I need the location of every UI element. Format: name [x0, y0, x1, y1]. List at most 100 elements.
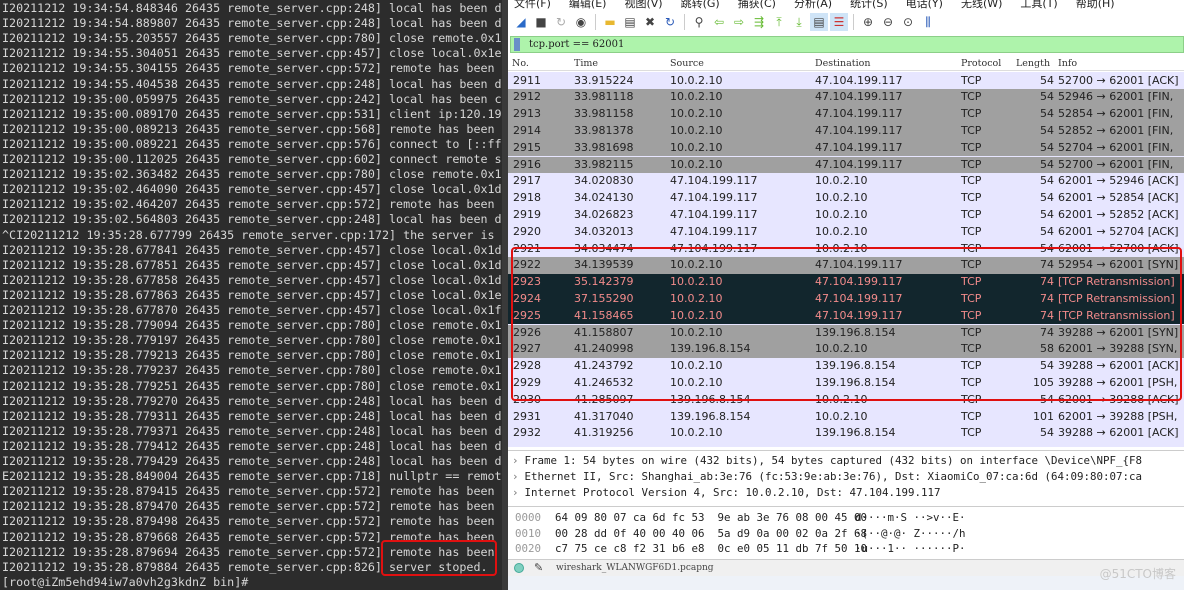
- terminal-window[interactable]: I20211212 19:34:54.848346 26435 remote_s…: [0, 0, 508, 590]
- packet-row[interactable]: 2926 41.158807 10.0.2.10 139.196.8.154 TCP 74…: [508, 324, 1184, 342]
- log-line: I20211212 19:34:54.889807 26435 remote_s…: [2, 16, 508, 31]
- reload-icon[interactable]: ↻: [661, 13, 679, 31]
- zoom-in-icon[interactable]: ⊕: [859, 13, 877, 31]
- packet-bytes-pane: 0000 64 09 80 07 ca 6d fc 53 9e ab 3e 76 …: [508, 506, 1184, 560]
- log-line: I20211212 19:35:28.779412 26435 remote_s…: [2, 438, 508, 453]
- packet-row[interactable]: 2917 34.020830 47.104.199.117 10.0.2.10 TCP 5…: [508, 173, 1184, 191]
- packet-row[interactable]: 2911 33.915224 10.0.2.10 47.104.199.117 TCP 5…: [508, 72, 1184, 90]
- packet-row[interactable]: 2920 34.032013 47.104.199.117 10.0.2.10 TCP 5…: [508, 223, 1184, 241]
- packet-row[interactable]: 2914 33.981378 10.0.2.10 47.104.199.117 TCP 5…: [508, 122, 1184, 140]
- column-header-length[interactable]: Length: [1016, 58, 1050, 69]
- packet-len: 54: [1040, 241, 1054, 255]
- packet-no: 2912: [513, 90, 541, 104]
- column-header-time[interactable]: Time: [574, 58, 598, 69]
- log-line: I20211212 19:35:28.879415 26435 remote_s…: [2, 484, 508, 499]
- column-header-destination[interactable]: Destination: [815, 58, 870, 69]
- packet-row[interactable]: 2932 41.319256 10.0.2.10 139.196.8.154 TCP 54…: [508, 425, 1184, 443]
- packet-dst: 10.0.2.10: [815, 174, 868, 188]
- go-forward-icon[interactable]: ⇨: [730, 13, 748, 31]
- go-to-packet-icon[interactable]: ⇶: [750, 13, 768, 31]
- packet-row[interactable]: 2913 33.981158 10.0.2.10 47.104.199.117 TCP 5…: [508, 106, 1184, 123]
- packet-row[interactable]: 2930 41.285097 139.196.8.154 10.0.2.10 TCP 54…: [508, 391, 1184, 409]
- menu-item[interactable]: 文件(F): [514, 0, 551, 11]
- menu-item[interactable]: 工具(T): [1020, 0, 1057, 11]
- capture-comment-icon[interactable]: ✎: [534, 560, 543, 576]
- detail-tree-item[interactable]: › Frame 1: 54 bytes on wire (432 bits), 5…: [512, 453, 1142, 469]
- go-back-icon[interactable]: ⇦: [710, 13, 728, 31]
- packet-info: 52852 → 62001 [FIN,: [1058, 123, 1174, 137]
- menu-item[interactable]: 无线(W): [961, 0, 1002, 11]
- colorize-icon[interactable]: ☰: [830, 13, 848, 31]
- menu-item[interactable]: 统计(S): [850, 0, 888, 11]
- packet-proto: TCP: [961, 308, 982, 322]
- menu-item[interactable]: 电话(Y): [906, 0, 943, 11]
- detail-tree-item[interactable]: › Internet Protocol Version 4, Src: 10.0.…: [512, 485, 941, 501]
- status-bar: ✎ wireshark_WLANWGF6D1.pcapng: [508, 560, 1184, 576]
- packet-len: 74: [1040, 291, 1054, 305]
- packet-row[interactable]: 2925 41.158465 10.0.2.10 47.104.199.117 TCP 7…: [508, 307, 1184, 325]
- packet-row[interactable]: 2928 41.243792 10.0.2.10 139.196.8.154 TCP 54…: [508, 358, 1184, 375]
- stop-capture-icon[interactable]: ■: [532, 13, 550, 31]
- packet-info: 39288 → 62001 [ACK]: [1058, 426, 1179, 440]
- packet-row[interactable]: 2912 33.981118 10.0.2.10 47.104.199.117 TCP 5…: [508, 89, 1184, 107]
- log-line: I20211212 19:34:55.203557 26435 remote_s…: [2, 31, 508, 46]
- packet-len: 101: [1033, 409, 1054, 423]
- menu-item[interactable]: 捕获(C): [738, 0, 776, 11]
- expand-chevron-icon[interactable]: ›: [512, 470, 519, 483]
- column-header-info[interactable]: Info: [1058, 58, 1077, 69]
- packet-row[interactable]: 2929 41.246532 10.0.2.10 139.196.8.154 TCP 10…: [508, 374, 1184, 392]
- column-header-source[interactable]: Source: [670, 58, 704, 69]
- resize-columns-icon[interactable]: ⫼: [919, 13, 937, 31]
- packet-dst: 47.104.199.117: [815, 107, 903, 121]
- find-packet-icon[interactable]: ⚲: [690, 13, 708, 31]
- toolbar-divider: [684, 14, 685, 30]
- expert-info-icon[interactable]: [514, 563, 524, 573]
- packet-dst: 47.104.199.117: [815, 123, 903, 137]
- packet-row[interactable]: 2919 34.026823 47.104.199.117 10.0.2.10 TCP 5…: [508, 206, 1184, 224]
- packet-src: 139.196.8.154: [670, 409, 751, 423]
- packet-src: 10.0.2.10: [670, 123, 723, 137]
- packet-src: 10.0.2.10: [670, 325, 723, 339]
- column-header-protocol[interactable]: Protocol: [961, 58, 1001, 69]
- menu-item[interactable]: 帮助(H): [1076, 0, 1115, 11]
- autoscroll-icon[interactable]: ▤: [810, 13, 828, 31]
- packet-row[interactable]: 2915 33.981698 10.0.2.10 47.104.199.117 TCP 5…: [508, 139, 1184, 157]
- packet-row[interactable]: 2916 33.982115 10.0.2.10 47.104.199.117 TCP 5…: [508, 156, 1184, 174]
- packet-list[interactable]: 2911 33.915224 10.0.2.10 47.104.199.117 TCP 5…: [508, 72, 1184, 447]
- save-file-icon[interactable]: ▤: [621, 13, 639, 31]
- packet-row[interactable]: 2927 41.240998 139.196.8.154 10.0.2.10 TCP 58…: [508, 341, 1184, 359]
- log-line: I20211212 19:35:28.677841 26435 remote_s…: [2, 242, 508, 257]
- log-line: I20211212 19:35:02.564803 26435 remote_s…: [2, 212, 508, 227]
- restart-capture-icon[interactable]: ↻: [552, 13, 570, 31]
- expand-chevron-icon[interactable]: ›: [512, 486, 519, 499]
- menu-item[interactable]: 编辑(E): [569, 0, 607, 11]
- display-filter-input[interactable]: tcp.port == 62001: [510, 36, 1184, 53]
- menu-item[interactable]: 分析(A): [794, 0, 832, 11]
- column-header-no[interactable]: No.: [512, 58, 529, 69]
- packet-info: [TCP Retransmission]: [1058, 308, 1175, 322]
- detail-tree-item[interactable]: › Ethernet II, Src: Shanghai_ab:3e:76 (fc…: [512, 469, 1142, 485]
- packet-row[interactable]: 2931 41.317040 139.196.8.154 10.0.2.10 TCP 10…: [508, 408, 1184, 426]
- zoom-out-icon[interactable]: ⊖: [879, 13, 897, 31]
- detail-text: Ethernet II, Src: Shanghai_ab:3e:76 (fc:…: [524, 470, 1143, 483]
- close-file-icon[interactable]: ✖: [641, 13, 659, 31]
- last-packet-icon[interactable]: ⤓: [790, 13, 808, 31]
- expand-chevron-icon[interactable]: ›: [512, 454, 519, 467]
- packet-row[interactable]: 2918 34.024130 47.104.199.117 10.0.2.10 TCP 5…: [508, 190, 1184, 207]
- packet-list-header: No. Time Source Destination Protocol Len…: [508, 56, 1184, 71]
- menu-item[interactable]: 视图(V): [624, 0, 662, 11]
- packet-row[interactable]: 2921 34.034474 47.104.199.117 10.0.2.10 TCP 5…: [508, 240, 1184, 258]
- open-file-icon[interactable]: ▬: [601, 13, 619, 31]
- normal-size-icon[interactable]: ⊙: [899, 13, 917, 31]
- start-capture-icon[interactable]: ◢: [512, 13, 530, 31]
- capture-options-icon[interactable]: ◉: [572, 13, 590, 31]
- packet-info: 62001 → 52854 [ACK]: [1058, 191, 1179, 205]
- first-packet-icon[interactable]: ⤒: [770, 13, 788, 31]
- packet-row[interactable]: 2924 37.155290 10.0.2.10 47.104.199.117 TCP 7…: [508, 290, 1184, 308]
- menu-item[interactable]: 跳转(G): [681, 0, 720, 11]
- packet-row[interactable]: 2922 34.139539 10.0.2.10 47.104.199.117 TCP 7…: [508, 257, 1184, 275]
- packet-row[interactable]: 2923 35.142379 10.0.2.10 47.104.199.117 TCP 7…: [508, 274, 1184, 291]
- packet-no: 2922: [513, 258, 541, 272]
- packet-time: 41.317040: [574, 409, 634, 423]
- bookmark-icon[interactable]: [514, 38, 520, 51]
